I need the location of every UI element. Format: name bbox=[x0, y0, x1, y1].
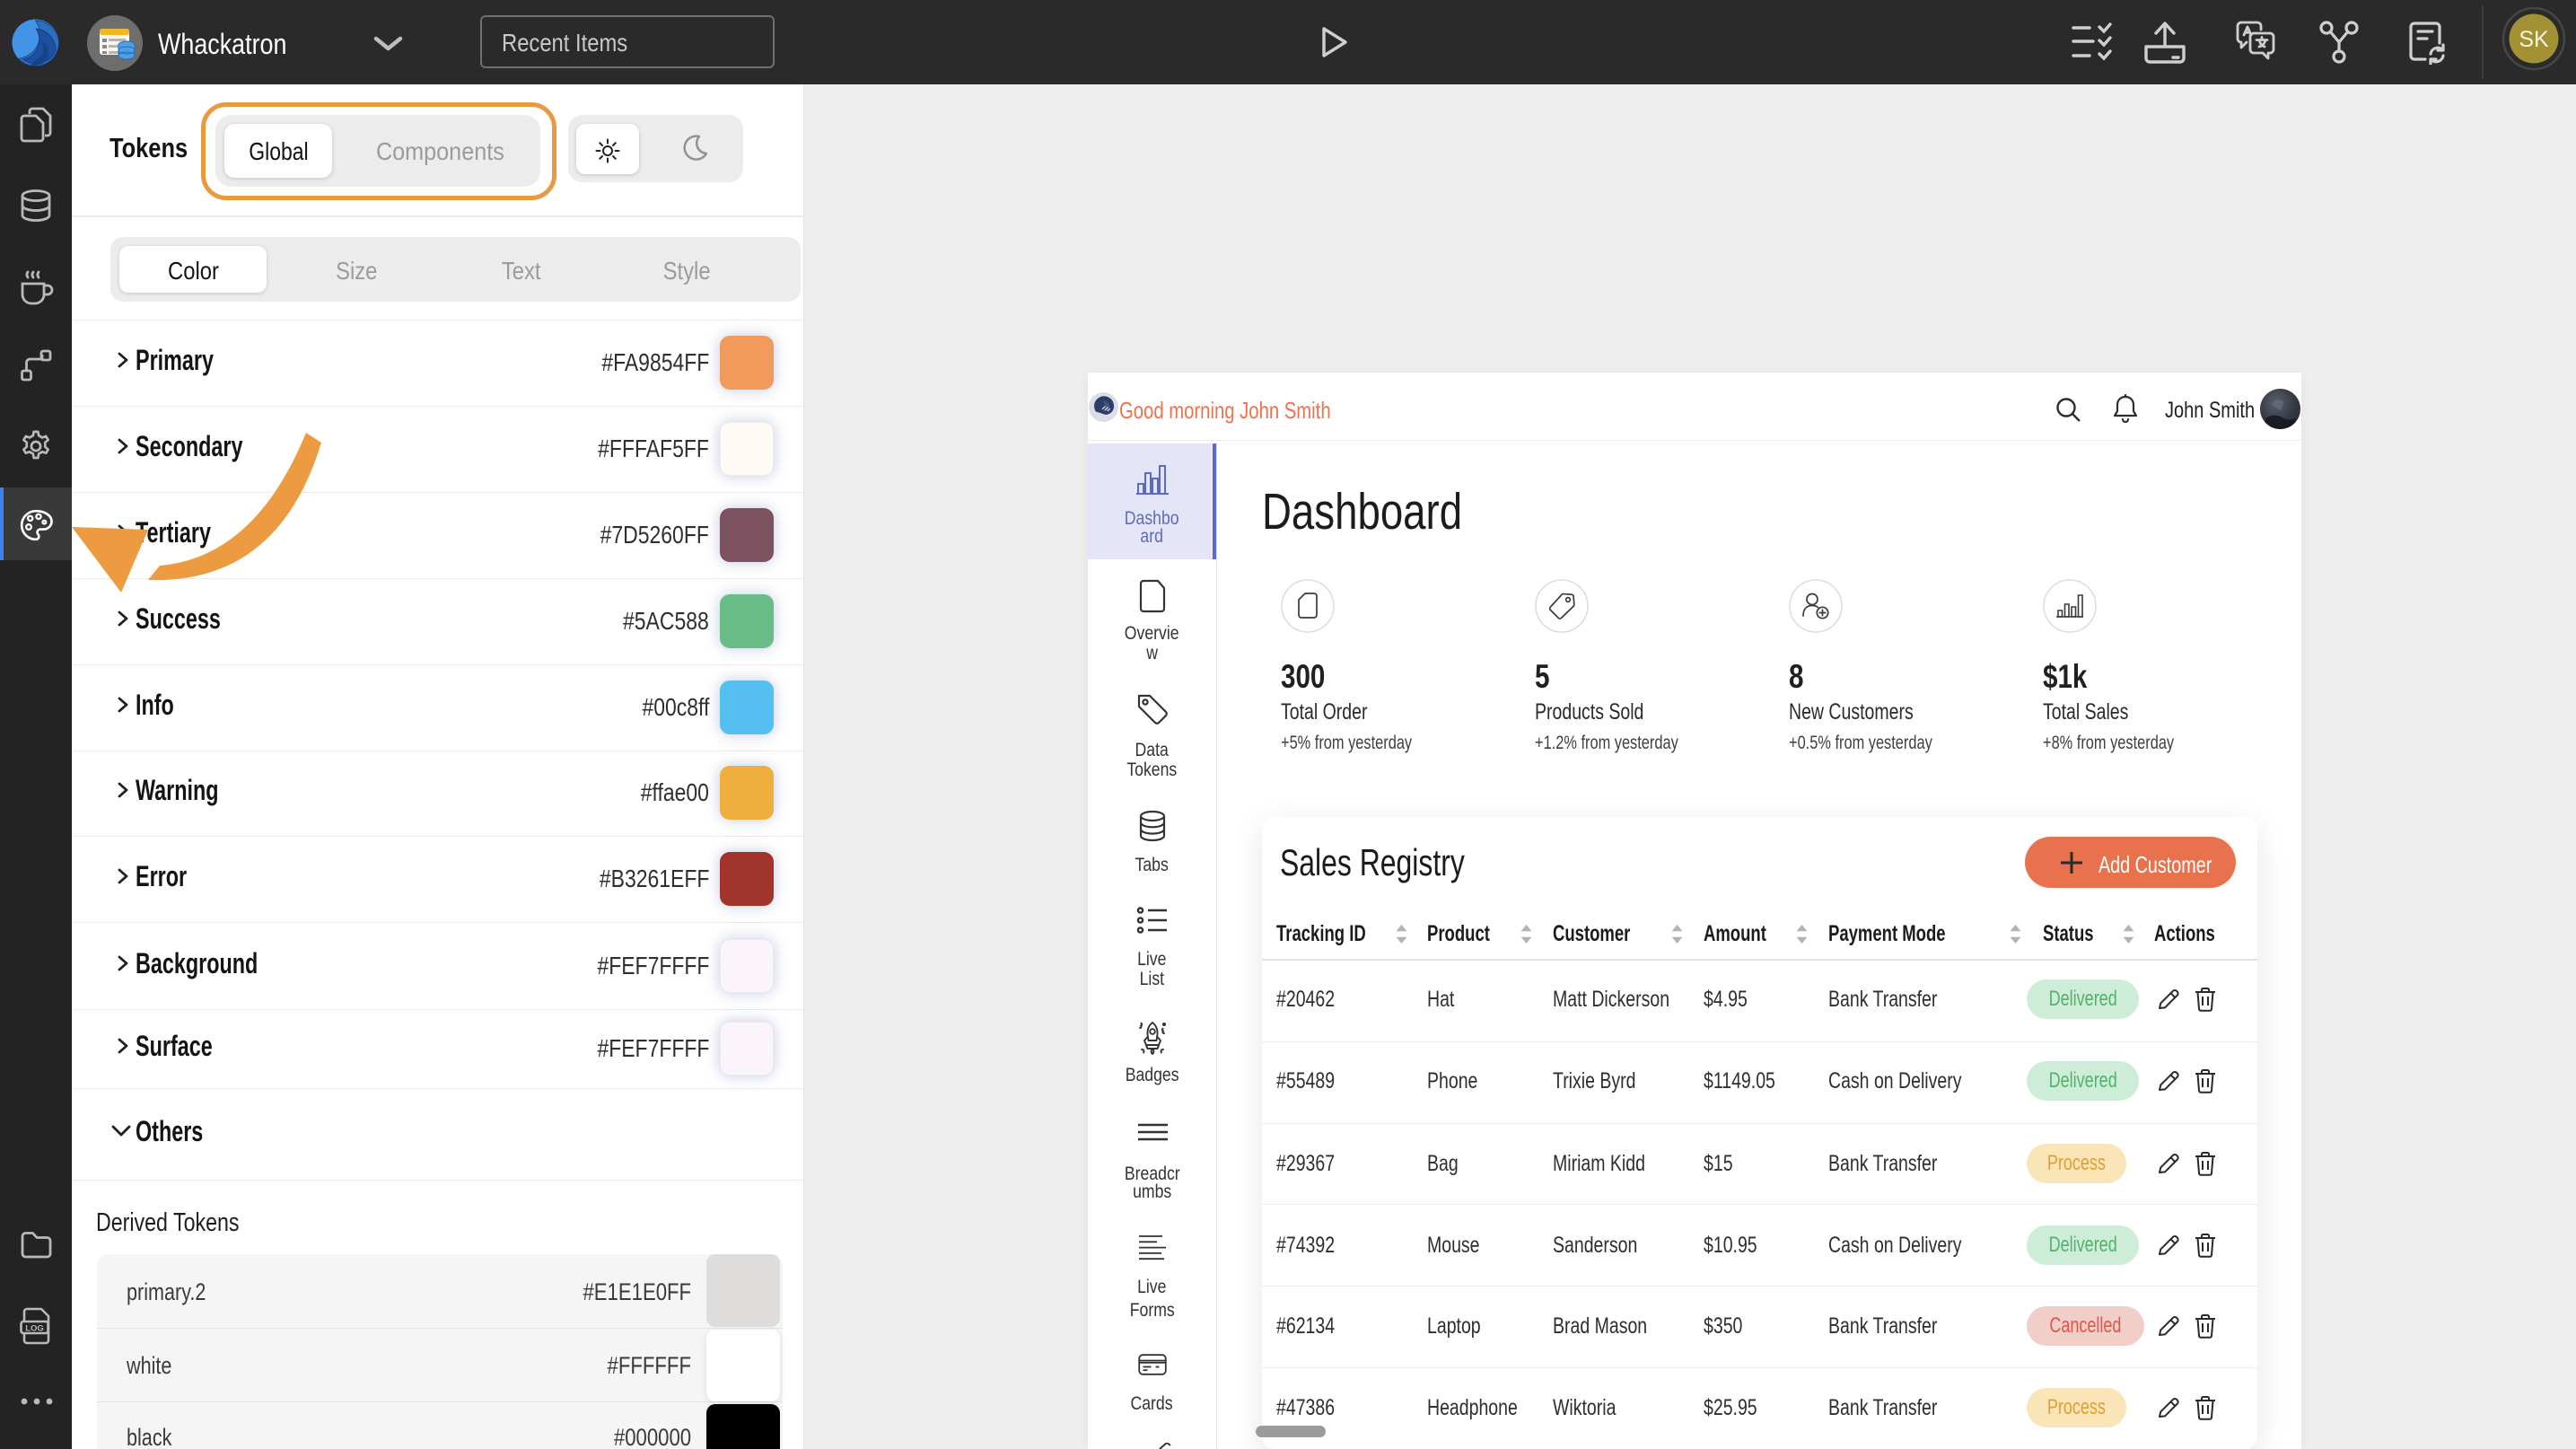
svg-text:LOG: LOG bbox=[25, 1324, 44, 1334]
svg-text:SK: SK bbox=[2519, 27, 2549, 52]
